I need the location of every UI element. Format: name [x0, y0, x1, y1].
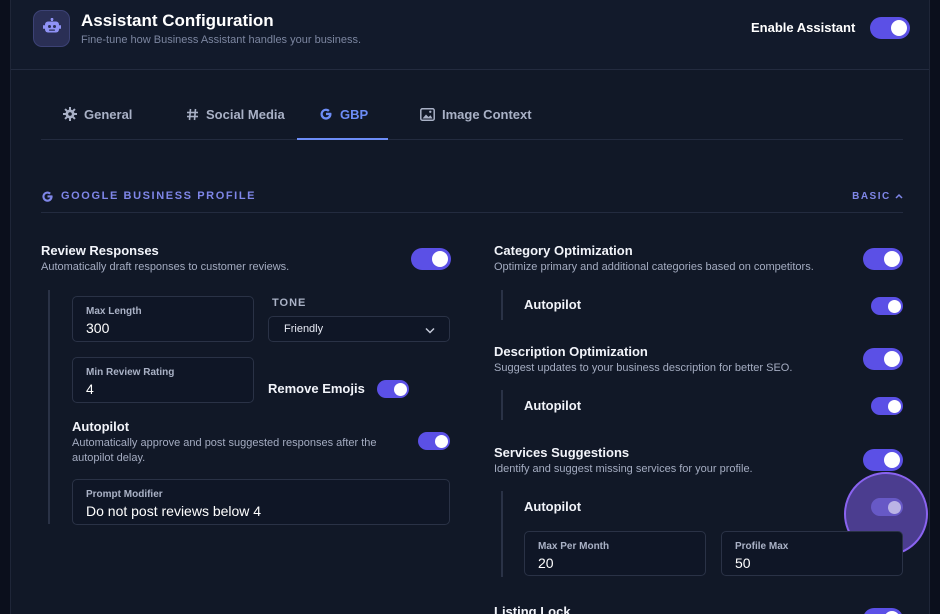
max-per-month-field[interactable]: Max Per Month 20	[524, 531, 706, 576]
description-autopilot-toggle[interactable]	[871, 397, 903, 415]
services-autopilot-toggle[interactable]	[871, 498, 903, 516]
services-suggestions-toggle[interactable]	[863, 449, 903, 471]
chevron-up-icon	[895, 191, 903, 202]
google-g-icon	[319, 107, 333, 121]
gear-icon	[63, 107, 77, 121]
min-review-rating-field[interactable]: Min Review Rating 4	[72, 357, 254, 403]
review-responses-toggle[interactable]	[411, 248, 451, 270]
review-group-divider	[48, 290, 50, 524]
section-header: GOOGLE BUSINESS PROFILE BASIC	[41, 188, 903, 213]
tone-value: Friendly	[284, 323, 324, 335]
description-optimization-toggle[interactable]	[863, 348, 903, 370]
toggle-knob	[432, 251, 448, 267]
logo	[33, 10, 70, 47]
toggle-knob	[884, 351, 900, 367]
page-subtitle: Fine-tune how Business Assistant handles…	[81, 34, 362, 46]
prompt-modifier-field[interactable]: Prompt Modifier Do not post reviews belo…	[72, 479, 450, 525]
toggle-knob	[884, 251, 900, 267]
review-autopilot-title: Autopilot	[72, 419, 130, 434]
tab-image-context[interactable]: Image Context	[420, 88, 532, 140]
prompt-modifier-label: Prompt Modifier	[86, 489, 163, 500]
listing-lock-title: Listing Lock	[494, 604, 571, 614]
tab-bar: General Social Media GBP Image Context	[41, 88, 903, 140]
prompt-modifier-value: Do not post reviews below 4	[86, 503, 262, 519]
tab-label: General	[84, 106, 133, 122]
review-autopilot-toggle[interactable]	[418, 432, 450, 450]
max-length-value: 300	[86, 320, 110, 336]
tab-label: Social Media	[206, 106, 285, 122]
category-optimization-title: Category Optimization	[494, 243, 633, 258]
robot-icon	[42, 17, 61, 39]
review-autopilot-desc: Automatically approve and post suggested…	[72, 437, 377, 464]
max-length-label: Max Length	[86, 306, 142, 317]
description-group-divider	[501, 390, 503, 420]
toggle-knob	[887, 399, 901, 413]
services-group-divider	[501, 491, 503, 577]
toggle-knob	[434, 434, 448, 448]
toggle-knob	[887, 500, 901, 514]
description-autopilot-label: Autopilot	[524, 398, 582, 413]
max-length-field[interactable]: Max Length 300	[72, 296, 254, 342]
basic-mode-toggle[interactable]: BASIC	[852, 191, 903, 202]
tab-label: GBP	[340, 106, 369, 122]
tab-social-media[interactable]: Social Media	[186, 88, 285, 140]
review-responses-title: Review Responses	[41, 243, 159, 258]
tone-label: TONE	[272, 297, 307, 309]
min-review-rating-label: Min Review Rating	[86, 367, 175, 378]
tab-gbp[interactable]: GBP	[319, 88, 368, 140]
toggle-knob	[887, 299, 901, 313]
image-icon	[420, 107, 435, 121]
toggle-knob	[393, 382, 407, 396]
section-title: GOOGLE BUSINESS PROFILE	[61, 190, 257, 202]
page-title: Assistant Configuration	[81, 11, 274, 30]
category-optimization-toggle[interactable]	[863, 248, 903, 270]
header: Assistant Configuration Fine-tune how Bu…	[11, 0, 929, 70]
enable-assistant-label: Enable Assistant	[751, 20, 856, 35]
remove-emojis-toggle[interactable]	[377, 380, 409, 398]
profile-max-value: 50	[735, 555, 751, 571]
max-per-month-label: Max Per Month	[538, 541, 610, 552]
profile-max-label: Profile Max	[735, 541, 789, 552]
category-autopilot-label: Autopilot	[524, 297, 582, 312]
profile-max-field[interactable]: Profile Max 50	[721, 531, 903, 576]
max-per-month-value: 20	[538, 555, 554, 571]
hashtag-icon	[186, 108, 199, 121]
tab-label: Image Context	[442, 106, 532, 122]
enable-assistant-toggle[interactable]	[870, 17, 910, 39]
description-optimization-title: Description Optimization	[494, 344, 648, 359]
listing-lock-toggle[interactable]	[863, 608, 903, 614]
chevron-down-icon	[425, 325, 435, 337]
google-g-icon	[41, 190, 54, 208]
app-frame: Assistant Configuration Fine-tune how Bu…	[10, 0, 930, 614]
remove-emojis-label: Remove Emojis	[268, 381, 365, 396]
description-optimization-desc: Suggest updates to your business descrip…	[494, 362, 793, 374]
category-group-divider	[501, 290, 503, 320]
review-responses-desc: Automatically draft responses to custome…	[41, 261, 290, 273]
tab-general[interactable]: General	[63, 88, 132, 140]
services-suggestions-title: Services Suggestions	[494, 445, 630, 460]
active-tab-indicator	[297, 138, 388, 140]
toggle-knob	[891, 20, 907, 36]
min-review-rating-value: 4	[86, 381, 94, 397]
category-optimization-desc: Optimize primary and additional categori…	[494, 261, 814, 273]
toggle-knob	[884, 452, 900, 468]
tone-select[interactable]: Friendly	[268, 316, 450, 342]
services-autopilot-label: Autopilot	[524, 499, 582, 514]
services-suggestions-desc: Identify and suggest missing services fo…	[494, 463, 753, 475]
category-autopilot-toggle[interactable]	[871, 297, 903, 315]
